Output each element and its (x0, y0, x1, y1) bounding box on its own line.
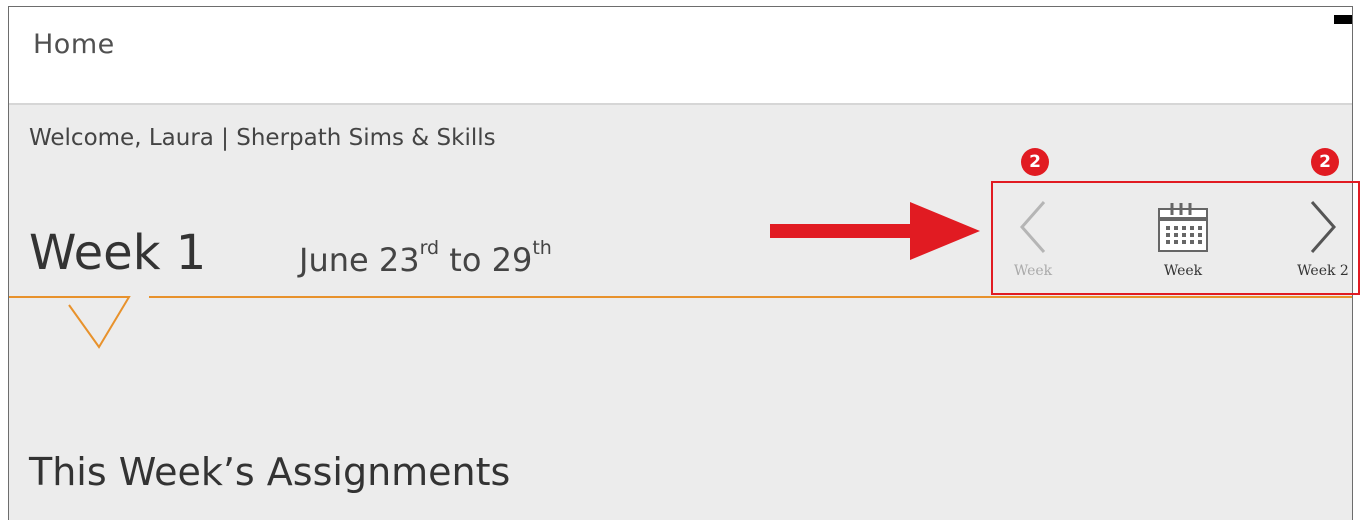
main-content: Welcome, Laura | Sherpath Sims & Skills … (9, 105, 1352, 520)
next-week-label: Week 2 (1297, 263, 1349, 279)
chevron-left-icon (1020, 201, 1046, 253)
date-end-suffix: th (532, 237, 552, 259)
current-week-label: Week (1163, 263, 1203, 279)
assignments-title: This Week’s Assignments (29, 450, 511, 494)
week-title: Week 1 (29, 225, 207, 281)
date-start: June 23 (299, 241, 420, 279)
top-header: Home (9, 7, 1352, 105)
current-week-calendar-button[interactable]: Week (1133, 183, 1233, 293)
chevron-right-icon (1310, 201, 1336, 253)
divider-notch (9, 296, 131, 349)
annotation-badge-next: 2 (1311, 148, 1339, 176)
date-end: to 29 (439, 241, 533, 279)
previous-week-label: Week (1013, 263, 1053, 279)
date-range: June 23rd to 29th (299, 237, 552, 279)
week-navigation: Week Week Week 2 (991, 181, 1360, 295)
calendar-icon (1158, 203, 1208, 252)
annotation-badge-prev: 2 (1021, 148, 1049, 176)
welcome-text: Welcome, Laura | Sherpath Sims & Skills (29, 125, 496, 151)
red-arrow-icon (770, 202, 980, 260)
corner-marker (1334, 15, 1352, 24)
date-start-suffix: rd (419, 237, 440, 259)
next-week-button[interactable]: Week 2 (1283, 183, 1363, 293)
previous-week-button[interactable]: Week (993, 183, 1073, 293)
orange-divider (9, 296, 1352, 349)
page-title: Home (33, 29, 115, 60)
